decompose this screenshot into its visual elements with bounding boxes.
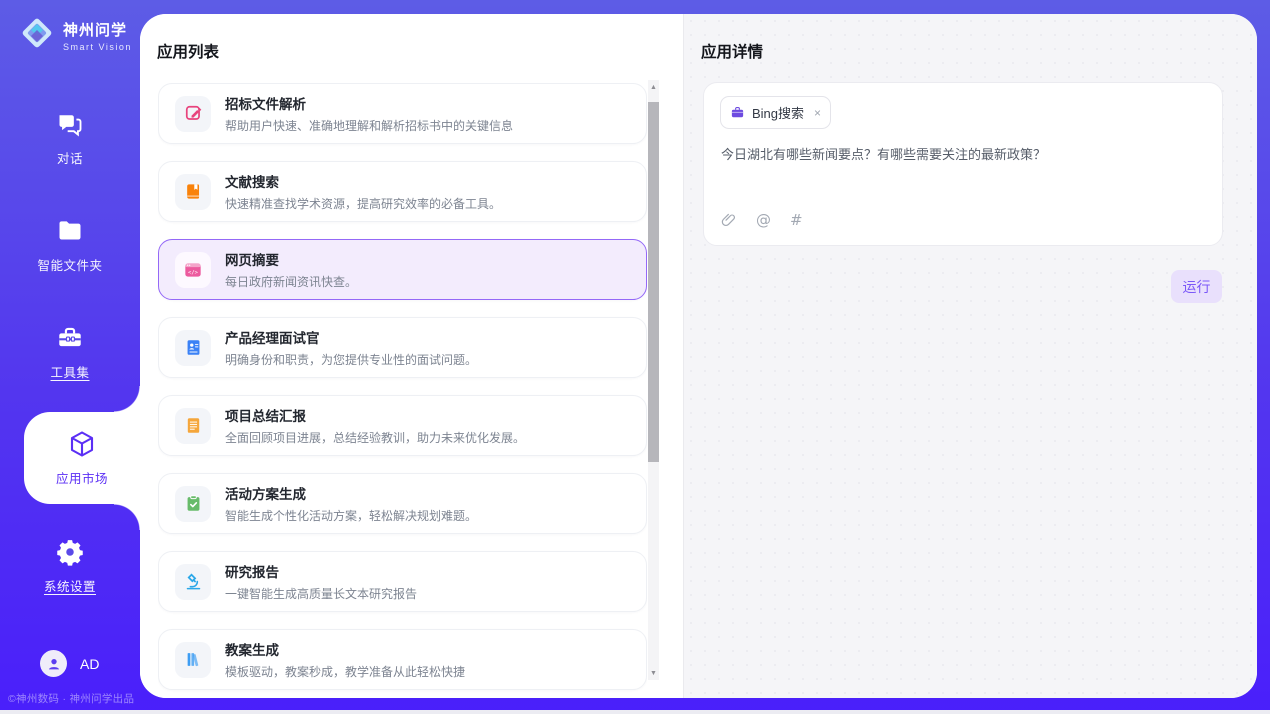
app-list-title: 应用列表: [157, 40, 219, 62]
microscope-icon: [175, 564, 211, 600]
sidebar-item-smart-folder[interactable]: 智能文件夹: [0, 191, 140, 298]
sidebar-item-settings[interactable]: 系统设置: [0, 512, 140, 619]
logo-diamond-icon: [18, 14, 56, 57]
app-card[interactable]: 产品经理面试官 明确身份和职责，为您提供专业性的面试问题。: [158, 317, 647, 378]
folder-icon: [55, 216, 85, 246]
app-card[interactable]: 文献搜索 快速精准查找学术资源，提高研究效率的必备工具。: [158, 161, 647, 222]
sidebar-item-app-market[interactable]: 应用市场: [24, 412, 140, 504]
gear-icon: [55, 537, 85, 567]
resume-icon: [175, 330, 211, 366]
clipboard-check-icon: [175, 486, 211, 522]
app-card[interactable]: 项目总结汇报 全面回顾项目进展，总结经验教训，助力未来优化发展。: [158, 395, 647, 456]
scroll-down-icon[interactable]: ▼: [648, 666, 659, 680]
run-button[interactable]: 运行: [1171, 270, 1222, 303]
app-card-title: 活动方案生成: [225, 483, 477, 503]
app-card-desc: 帮助用户快速、准确地理解和解析招标书中的关键信息: [225, 117, 513, 134]
hash-icon[interactable]: #: [790, 211, 803, 229]
app-card-desc: 模板驱动，教案秒成，教学准备从此轻松快捷: [225, 663, 465, 680]
copyright-text: ©神州数码 · 神州问学出品: [8, 691, 140, 706]
books-icon: [175, 642, 211, 678]
user-name: AD: [80, 656, 99, 672]
scrollbar[interactable]: ▲ ▼: [648, 80, 659, 680]
query-input[interactable]: 今日湖北有哪些新闻要点？有哪些需要关注的最新政策？: [721, 145, 1206, 165]
person-icon: [46, 656, 62, 672]
app-list: 招标文件解析 帮助用户快速、准确地理解和解析招标书中的关键信息 文献搜索 快速精…: [158, 83, 647, 698]
avatar[interactable]: [40, 650, 67, 677]
tool-tag-label: Bing搜索: [752, 103, 804, 122]
svg-text:</>: </>: [188, 269, 199, 275]
app-card[interactable]: 研究报告 一键智能生成高质量长文本研究报告: [158, 551, 647, 612]
logo-title: 神州问学: [63, 19, 132, 40]
briefcase-icon: [730, 105, 745, 120]
app-card-title: 文献搜索: [225, 171, 501, 191]
scroll-up-icon[interactable]: ▲: [648, 80, 659, 94]
scrollbar-thumb[interactable]: [648, 102, 659, 462]
user-row[interactable]: AD: [40, 650, 99, 677]
pen-square-icon: [175, 96, 211, 132]
app-detail-title: 应用详情: [701, 40, 763, 62]
app-card-desc: 快速精准查找学术资源，提高研究效率的必备工具。: [225, 195, 501, 212]
app-card-desc: 智能生成个性化活动方案，轻松解决规划难题。: [225, 507, 477, 524]
app-card-title: 产品经理面试官: [225, 327, 477, 347]
app-card-title: 教案生成: [225, 639, 465, 659]
app-card-title: 研究报告: [225, 561, 417, 581]
app-card-desc: 一键智能生成高质量长文本研究报告: [225, 585, 417, 602]
app-card[interactable]: 招标文件解析 帮助用户快速、准确地理解和解析招标书中的关键信息: [158, 83, 647, 144]
toolbox-icon: [55, 323, 85, 353]
app-logo: 神州问学 Smart Vision: [18, 14, 132, 57]
report-icon: [175, 408, 211, 444]
app-card-desc: 每日政府新闻资讯快查。: [225, 273, 357, 290]
cube-icon: [67, 429, 97, 459]
app-card-title: 网页摘要: [225, 249, 357, 269]
logo-subtitle: Smart Vision: [63, 42, 132, 52]
app-list-panel: 应用列表 招标文件解析 帮助用户快速、准确地理解和解析招标书中的关键信息 文献搜…: [140, 14, 683, 698]
tag-close-icon[interactable]: ×: [814, 106, 821, 120]
chat-icon: [55, 109, 85, 139]
content-area: 应用列表 招标文件解析 帮助用户快速、准确地理解和解析招标书中的关键信息 文献搜…: [140, 14, 1257, 698]
bottom-strip: [0, 710, 1270, 714]
book-icon: [175, 174, 211, 210]
at-icon[interactable]: @: [756, 211, 771, 229]
app-card[interactable]: 教案生成 模板驱动，教案秒成，教学准备从此轻松快捷: [158, 629, 647, 690]
app-card-desc: 全面回顾项目进展，总结经验教训，助力未来优化发展。: [225, 429, 525, 446]
tool-tag-bing-search[interactable]: Bing搜索 ×: [720, 96, 831, 129]
app-card[interactable]: 活动方案生成 智能生成个性化活动方案，轻松解决规划难题。: [158, 473, 647, 534]
app-card-desc: 明确身份和职责，为您提供专业性的面试问题。: [225, 351, 477, 368]
composer-toolbar: @ #: [720, 211, 803, 229]
prompt-card: Bing搜索 × 今日湖北有哪些新闻要点？有哪些需要关注的最新政策？ @ #: [703, 82, 1223, 246]
browser-code-icon: </>: [175, 252, 211, 288]
app-card-title: 招标文件解析: [225, 93, 513, 113]
sidebar: 神州问学 Smart Vision 对话 智能文件夹 工具集 应用市场 系统设置…: [0, 0, 140, 714]
app-card[interactable]: </> 网页摘要 每日政府新闻资讯快查。: [158, 239, 647, 300]
sidebar-item-chat[interactable]: 对话: [0, 84, 140, 191]
app-detail-panel: 应用详情 Bing搜索 × 今日湖北有哪些新闻要点？有哪些需要关注的最新政策？ …: [683, 14, 1257, 698]
paperclip-icon[interactable]: [720, 212, 737, 229]
sidebar-menu: 对话 智能文件夹 工具集 应用市场 系统设置: [0, 84, 140, 619]
app-card-title: 项目总结汇报: [225, 405, 525, 425]
